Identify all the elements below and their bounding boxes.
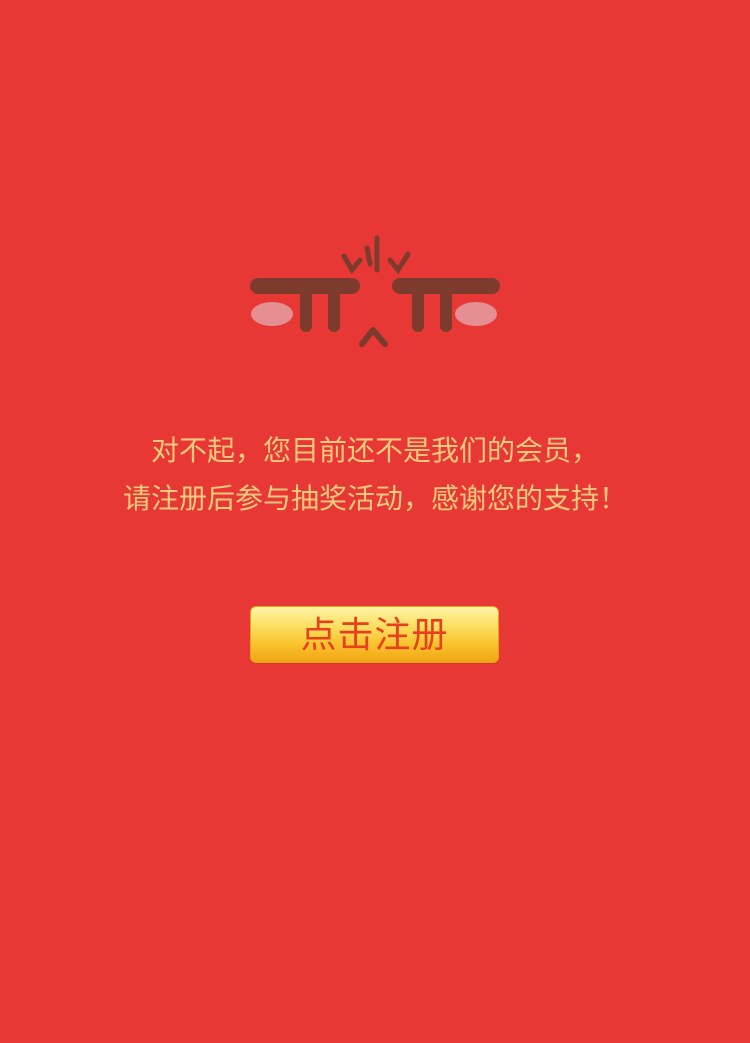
register-button[interactable]: 点击注册	[250, 606, 499, 663]
crying-face-icon	[250, 235, 500, 347]
message-line-1: 对不起，您目前还不是我们的会员，	[150, 434, 599, 467]
message-line-2: 请注册后参与抽奖活动，感谢您的支持！	[122, 482, 627, 515]
page: 对不起，您目前还不是我们的会员， 请注册后参与抽奖活动，感谢您的支持！ 点击注册	[0, 0, 750, 1043]
not-member-message: 对不起，您目前还不是我们的会员， 请注册后参与抽奖活动，感谢您的支持！	[0, 427, 750, 523]
